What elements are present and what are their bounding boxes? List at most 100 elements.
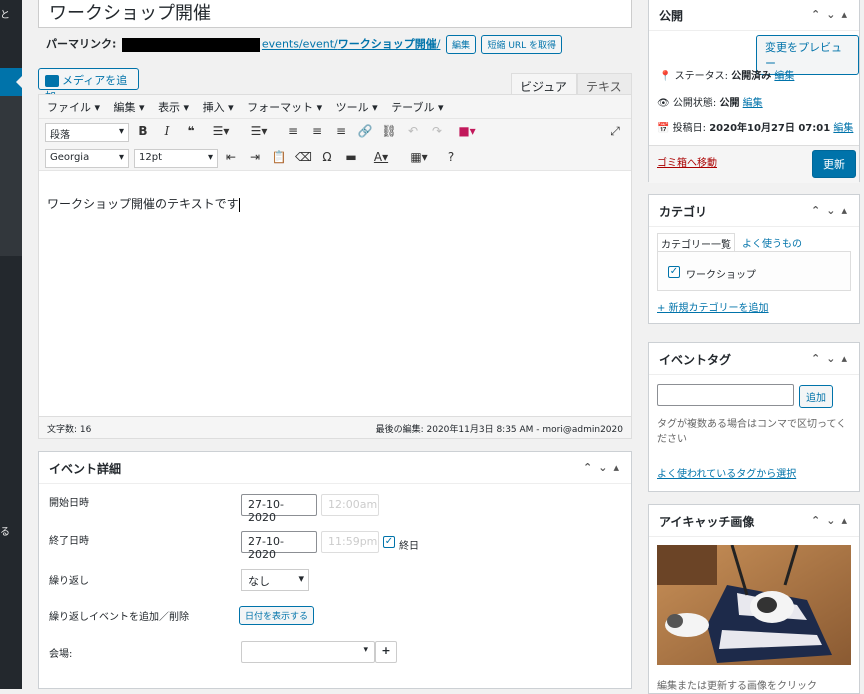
box-controls[interactable]: ⌃⌄▴	[811, 204, 853, 217]
last-edit: 最後の編集: 2020年11月3日 8:35 AM - mori@admin20…	[375, 425, 623, 435]
bold-icon[interactable]: B	[135, 124, 151, 138]
tab-visual[interactable]: ビジュアル	[511, 73, 577, 111]
undo-icon[interactable]: ↶	[405, 124, 421, 138]
menu-file[interactable]: ファイル ▾	[47, 101, 100, 114]
category-box: カテゴリ ⌃⌄▴ カテゴリー一覧 よく使うもの ✓ ワークショップ + 新規カテ…	[648, 194, 860, 324]
end-label: 終了日時	[49, 536, 89, 547]
visibility-row: 👁 公開状態: 公開 編集	[657, 98, 763, 109]
sidebar-glyph-bottom: る	[0, 527, 10, 538]
permalink-link[interactable]: events/event/ワークショップ開催/	[262, 38, 441, 51]
repeat-select[interactable]: なし	[241, 569, 309, 591]
align-center-icon[interactable]: ≡	[309, 124, 325, 138]
menu-view[interactable]: 表示 ▾	[158, 101, 189, 114]
editor-toolbar-2: Georgia 12pt ⇤ ⇥ 📋 ⌫ Ω ▬ A▾ ▦▾ ?	[39, 145, 631, 171]
sidebar-submenu	[0, 96, 22, 256]
table-icon[interactable]: ▦▾	[405, 150, 433, 164]
menu-table[interactable]: テーブル ▾	[391, 101, 443, 114]
help-icon[interactable]: ?	[443, 150, 459, 164]
size-select[interactable]: 12pt	[134, 149, 218, 168]
text-color-icon[interactable]: A▾	[367, 150, 395, 164]
unlink-icon[interactable]: ⛓	[381, 124, 397, 138]
end-time-input[interactable]: 11:59pm	[321, 531, 379, 553]
start-label: 開始日時	[49, 498, 89, 509]
date-edit-link[interactable]: 編集	[833, 123, 853, 134]
repeat-label: 繰り返し	[49, 576, 89, 587]
popular-tags-link[interactable]: よく使われているタグから選択	[657, 465, 796, 480]
publish-actions: ゴミ箱へ移動 更新	[649, 145, 859, 183]
permalink-redacted	[121, 37, 260, 52]
bullet-list-icon[interactable]: ☰▾	[207, 124, 235, 138]
venue-select[interactable]: ▾	[241, 641, 375, 663]
event-details-title: イベント詳細	[49, 462, 122, 476]
italic-icon[interactable]: I	[159, 124, 175, 138]
featured-header[interactable]: アイキャッチ画像 ⌃⌄▴	[649, 505, 859, 537]
special-char-icon[interactable]: Ω	[319, 150, 335, 164]
visibility-edit-link[interactable]: 編集	[743, 98, 763, 109]
box-controls[interactable]: ⌃⌄▴	[811, 352, 853, 365]
box-controls[interactable]: ⌃⌄▴	[811, 8, 853, 21]
tag-input[interactable]	[657, 384, 794, 406]
sidebar-active-notch	[16, 76, 22, 88]
box-controls[interactable]: ⌃⌄▴	[811, 514, 853, 527]
publish-header[interactable]: 公開 ⌃⌄▴	[649, 0, 859, 31]
menu-tools[interactable]: ツール ▾	[336, 101, 378, 114]
status-edit-link[interactable]: 編集	[774, 71, 794, 82]
tags-title: イベントタグ	[659, 353, 732, 367]
box-controls[interactable]: ⌃⌄▴	[583, 461, 625, 474]
hr-icon[interactable]: ▬	[343, 150, 359, 164]
align-left-icon[interactable]: ≡	[285, 124, 301, 138]
clear-format-icon[interactable]: ⌫	[295, 150, 312, 164]
tab-popular-categories[interactable]: よく使うもの	[742, 235, 802, 250]
indent-icon[interactable]: ⇤	[223, 150, 239, 164]
content-editor: ファイル ▾ 編集 ▾ 表示 ▾ 挿入 ▾ フォーマット ▾ ツール ▾ テーブ…	[38, 94, 632, 439]
menu-edit[interactable]: 編集 ▾	[114, 101, 145, 114]
tab-all-categories[interactable]: カテゴリー一覧	[657, 233, 735, 253]
tags-hint: タグが複数ある場合はコンマで区切ってください	[657, 419, 847, 445]
permalink-edit-button[interactable]: 編集	[445, 35, 476, 54]
editor-content[interactable]: ワークショップ開催のテキストです	[47, 195, 240, 212]
blockquote-icon[interactable]: ❝	[183, 124, 199, 138]
publish-title: 公開	[659, 9, 684, 23]
add-venue-button[interactable]: +	[375, 641, 397, 663]
start-date-input[interactable]: 27-10-2020	[241, 494, 317, 524]
text-caret	[238, 197, 240, 212]
end-date-input[interactable]: 27-10-2020	[241, 531, 317, 561]
featured-image[interactable]	[657, 545, 851, 665]
featured-image-box: アイキャッチ画像 ⌃⌄▴ 編集または更新する画像をクリック	[648, 504, 860, 694]
redo-icon[interactable]: ↷	[429, 124, 445, 138]
add-category-link[interactable]: + 新規カテゴリーを追加	[657, 299, 769, 314]
category-header[interactable]: カテゴリ ⌃⌄▴	[649, 195, 859, 227]
add-remove-label: 繰り返しイベントを追加／削除	[49, 612, 189, 623]
link-icon[interactable]: 🔗	[357, 124, 373, 138]
allday-checkbox[interactable]: ✓	[383, 536, 395, 548]
fullscreen-icon[interactable]: ⤢	[607, 124, 623, 139]
start-time-input[interactable]: 12:00am	[321, 494, 379, 516]
font-select[interactable]: Georgia	[45, 149, 129, 168]
trash-link[interactable]: ゴミ箱へ移動	[657, 154, 717, 169]
media-icon	[45, 75, 59, 87]
format-select[interactable]: 段落	[45, 123, 129, 142]
numbered-list-icon[interactable]: ☰▾	[245, 124, 273, 138]
permalink-label: パーマリンク:	[46, 37, 117, 51]
show-dates-button[interactable]: 日付を表示する	[239, 606, 315, 625]
category-item-label: ワークショップ	[686, 270, 756, 281]
plugin-icon[interactable]: ■▾	[453, 124, 481, 138]
update-button[interactable]: 更新	[812, 150, 856, 178]
paste-text-icon[interactable]: 📋	[271, 150, 287, 164]
shortlink-button[interactable]: 短縮 URL を取得	[481, 35, 563, 54]
category-checkbox[interactable]: ✓	[668, 266, 680, 278]
add-media-button[interactable]: メディアを追加	[38, 68, 139, 103]
editor-statusbar: 文字数: 16 最後の編集: 2020年11月3日 8:35 AM - mori…	[39, 416, 631, 438]
post-title-input[interactable]: ワークショップ開催	[38, 0, 632, 28]
allday-label: 終日	[399, 541, 419, 552]
menu-format[interactable]: フォーマット ▾	[247, 101, 322, 114]
event-details-header[interactable]: イベント詳細 ⌃⌄▴	[39, 452, 631, 484]
align-right-icon[interactable]: ≡	[333, 124, 349, 138]
admin-sidebar: と る	[0, 0, 22, 689]
menu-insert[interactable]: 挿入 ▾	[203, 101, 234, 114]
venue-label: 会場:	[49, 649, 73, 660]
add-tag-button[interactable]: 追加	[799, 385, 833, 408]
outdent-icon[interactable]: ⇥	[247, 150, 263, 164]
tab-text[interactable]: テキスト	[577, 73, 632, 111]
tags-header[interactable]: イベントタグ ⌃⌄▴	[649, 343, 859, 375]
